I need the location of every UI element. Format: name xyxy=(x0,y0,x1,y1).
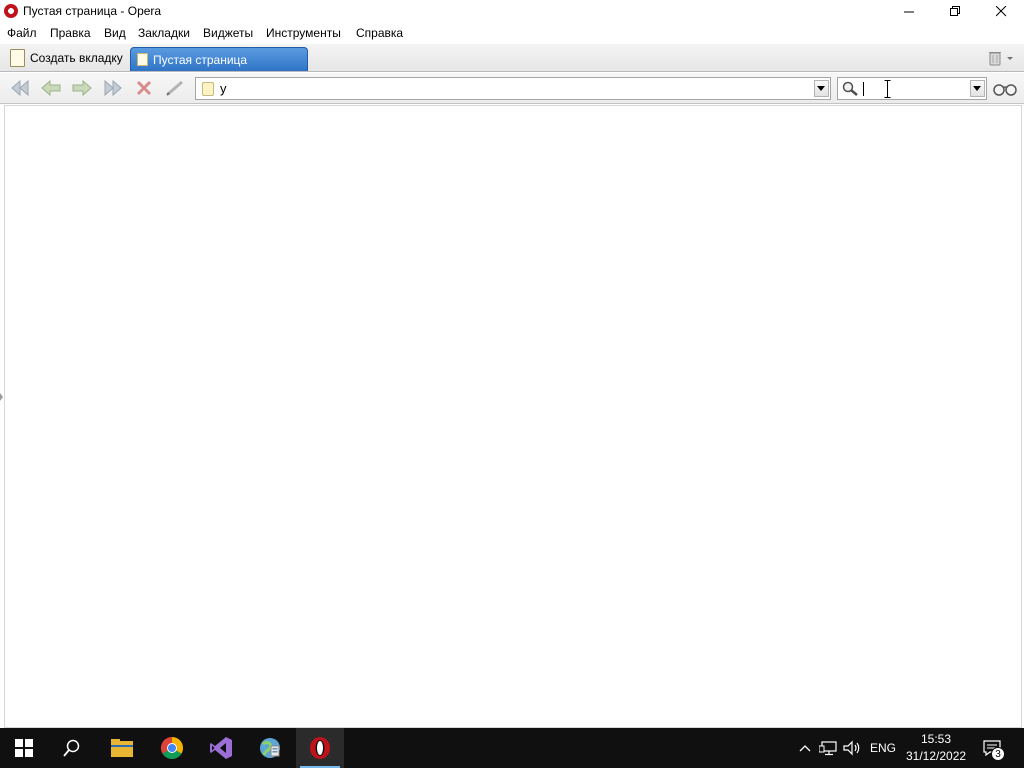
fast-forward-button[interactable] xyxy=(100,76,126,100)
chevron-up-icon xyxy=(799,745,811,752)
notification-count-badge: 3 xyxy=(991,747,1005,761)
chrome-icon xyxy=(161,737,183,759)
menu-bar: Файл Правка Вид Закладки Виджеты Инструм… xyxy=(0,23,1024,44)
window-title: Пустая страница - Opera xyxy=(23,4,162,18)
navigation-toolbar xyxy=(0,73,1024,104)
close-icon xyxy=(995,5,1006,16)
taskbar-opera[interactable] xyxy=(296,728,344,768)
forward-button[interactable] xyxy=(69,76,95,100)
new-page-icon xyxy=(10,49,25,67)
clock-date[interactable]: 31/12/2022 xyxy=(906,749,966,763)
taskbar-file-explorer[interactable] xyxy=(98,728,146,768)
address-input[interactable] xyxy=(220,80,810,97)
chevron-down-icon xyxy=(1007,57,1013,60)
page-icon xyxy=(137,53,148,66)
magnifier-icon[interactable] xyxy=(841,80,859,97)
taskbar-visual-studio[interactable] xyxy=(197,728,245,768)
browser-window: Пустая страница - Opera Файл Правка Вид … xyxy=(0,0,1024,728)
new-tab-label: Создать вкладку xyxy=(30,51,123,65)
show-hidden-icons-button[interactable] xyxy=(795,738,815,758)
opera-logo-icon[interactable] xyxy=(4,4,18,18)
input-language-indicator[interactable]: ENG xyxy=(870,741,896,755)
taskbar: ENG 15:53 31/12/2022 xyxy=(0,728,1024,768)
text-cursor-icon xyxy=(884,80,891,98)
opera-icon xyxy=(310,737,330,759)
forward-icon xyxy=(72,79,92,97)
address-dropdown-button[interactable] xyxy=(814,80,829,97)
taskbar-globe-app[interactable] xyxy=(246,728,294,768)
closed-tabs-button[interactable] xyxy=(986,49,1020,67)
rewind-icon xyxy=(11,79,29,97)
back-button[interactable] xyxy=(38,76,64,100)
taskbar-chrome[interactable] xyxy=(148,728,196,768)
volume-icon xyxy=(843,740,860,756)
chevron-down-icon xyxy=(973,85,981,91)
restore-button[interactable] xyxy=(932,0,978,22)
menu-file[interactable]: Файл xyxy=(7,26,37,40)
clock-time[interactable]: 15:53 xyxy=(916,732,956,746)
text-caret xyxy=(863,82,864,96)
address-bar[interactable] xyxy=(195,77,831,100)
title-bar: Пустая страница - Opera xyxy=(0,0,1024,23)
start-button[interactable] xyxy=(0,728,48,768)
file-explorer-icon xyxy=(111,739,133,757)
menu-bookmarks[interactable]: Закладки xyxy=(138,26,190,40)
menu-edit[interactable]: Правка xyxy=(50,26,91,40)
stop-button[interactable] xyxy=(131,76,157,100)
tab-blank-page[interactable]: Пустая страница xyxy=(130,47,308,71)
minimize-icon xyxy=(903,11,914,12)
menu-view[interactable]: Вид xyxy=(104,26,126,40)
network-button[interactable] xyxy=(818,738,838,758)
search-engine-dropdown[interactable] xyxy=(970,80,985,97)
search-input[interactable] xyxy=(860,80,968,97)
panel-toggle-handle[interactable] xyxy=(0,393,3,401)
tab-bar: Создать вкладку Пустая страница xyxy=(0,44,1024,72)
menu-help[interactable]: Справка xyxy=(356,26,403,40)
search-box[interactable] xyxy=(837,77,987,100)
trash-icon xyxy=(989,52,1013,66)
edit-button[interactable] xyxy=(162,76,188,100)
new-tab-button[interactable]: Создать вкладку xyxy=(6,47,127,69)
fast-forward-icon xyxy=(104,79,122,97)
volume-button[interactable] xyxy=(842,738,862,758)
rewind-button[interactable] xyxy=(7,76,33,100)
search-icon xyxy=(63,739,80,757)
menu-tools[interactable]: Инструменты xyxy=(266,26,341,40)
stop-icon xyxy=(136,80,152,96)
visual-studio-icon xyxy=(210,737,232,759)
start-icon xyxy=(15,739,33,757)
network-icon xyxy=(819,741,837,756)
page-content-area[interactable] xyxy=(4,105,1022,728)
back-icon xyxy=(41,79,61,97)
chevron-down-icon xyxy=(817,85,825,91)
edit-icon xyxy=(166,80,183,96)
taskbar-search-button[interactable] xyxy=(48,728,96,768)
globe-app-icon xyxy=(260,738,280,758)
tab-label: Пустая страница xyxy=(153,53,248,67)
minimize-button[interactable] xyxy=(886,0,932,22)
page-icon xyxy=(202,82,214,96)
close-button[interactable] xyxy=(978,0,1024,22)
restore-icon xyxy=(949,5,960,16)
glasses-icon[interactable] xyxy=(992,79,1018,99)
menu-widgets[interactable]: Виджеты xyxy=(203,26,253,40)
